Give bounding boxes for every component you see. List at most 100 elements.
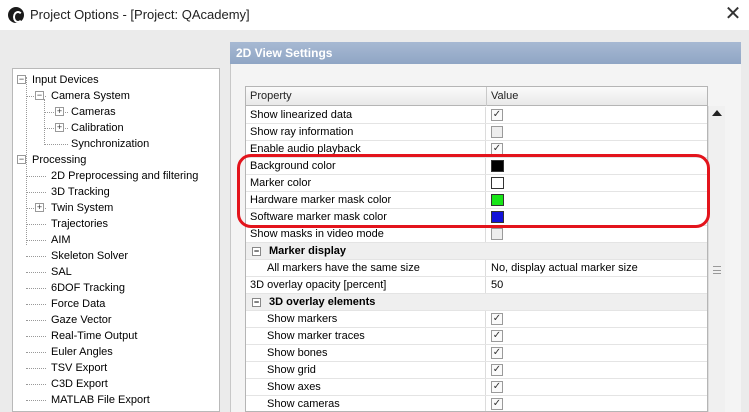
- tree-connector: [26, 400, 46, 401]
- tree-item[interactable]: Camera System: [51, 88, 130, 104]
- title-bar: Project Options - [Project: QAcademy] ✕: [0, 0, 749, 30]
- tree-item[interactable]: Processing: [32, 152, 86, 168]
- tree-connector: [26, 272, 46, 273]
- tree-item[interactable]: Calibration: [71, 120, 124, 136]
- tree-item[interactable]: TSV Export: [51, 360, 107, 376]
- collapse-icon[interactable]: −: [35, 91, 44, 100]
- property-label: Show cameras: [246, 396, 486, 411]
- property-label: − Marker display: [246, 243, 707, 259]
- tree-connector: [26, 77, 27, 245]
- checkbox-unchecked[interactable]: [491, 228, 503, 240]
- checkbox-checked[interactable]: ✓: [491, 381, 503, 393]
- close-icon[interactable]: ✕: [722, 3, 744, 25]
- checkbox-checked[interactable]: ✓: [491, 109, 503, 121]
- property-value[interactable]: ✓: [487, 379, 707, 395]
- checkbox-checked[interactable]: ✓: [491, 398, 503, 410]
- property-label: Show axes: [246, 379, 486, 395]
- tree-connector: [26, 192, 46, 193]
- tree-connector: [26, 368, 46, 369]
- tree-item[interactable]: Cameras: [71, 104, 116, 120]
- checkbox-unchecked[interactable]: [491, 126, 503, 138]
- tree-connector: [44, 144, 68, 145]
- tree-connector: [26, 256, 46, 257]
- grid-row[interactable]: Show markers ✓: [246, 311, 707, 328]
- collapse-icon[interactable]: −: [252, 246, 261, 256]
- tree-item[interactable]: C3D Export: [51, 376, 108, 392]
- app-logo-icon: [8, 7, 24, 23]
- grid-section-row[interactable]: −3D overlay elements: [246, 294, 707, 311]
- tree-item[interactable]: 2D Preprocessing and filtering: [51, 168, 198, 184]
- tree-item[interactable]: AIM: [51, 232, 71, 248]
- collapse-icon[interactable]: −: [17, 155, 26, 164]
- property-value[interactable]: ✓: [487, 362, 707, 378]
- property-label: −3D overlay elements: [246, 294, 707, 310]
- property-label: Show linearized data: [246, 107, 486, 123]
- grid-row[interactable]: Show cameras ✓: [246, 396, 707, 411]
- tree-item[interactable]: MATLAB File Export: [51, 392, 150, 408]
- expand-icon[interactable]: +: [55, 123, 64, 132]
- tree-item[interactable]: Input Devices: [32, 72, 99, 88]
- tree-connector: [44, 99, 45, 143]
- scroll-up-icon[interactable]: [712, 110, 722, 116]
- panel-title: 2D View Settings: [230, 42, 741, 64]
- grid-row[interactable]: 3D overlay opacity [percent] 50: [246, 277, 707, 294]
- grid-row[interactable]: Show ray information: [246, 124, 707, 141]
- tree-item[interactable]: Euler Angles: [51, 344, 113, 360]
- checkbox-checked[interactable]: ✓: [491, 330, 503, 342]
- grid-row[interactable]: Show marker traces ✓: [246, 328, 707, 345]
- tree-item[interactable]: AVI Export Settings: [51, 408, 146, 411]
- property-value[interactable]: [487, 226, 707, 242]
- property-value[interactable]: ✓: [487, 396, 707, 411]
- tree-connector: [26, 384, 46, 385]
- grid-scrollbar[interactable]: [708, 106, 725, 412]
- tree-connector: [26, 336, 46, 337]
- tree-connector: [26, 176, 46, 177]
- tree-item[interactable]: Force Data: [51, 296, 105, 312]
- grid-section-row[interactable]: − Marker display: [246, 243, 707, 260]
- property-label: Show grid: [246, 362, 486, 378]
- property-value[interactable]: [487, 124, 707, 140]
- tree-item[interactable]: Real-Time Output: [51, 328, 137, 344]
- section-label: 3D overlay elements: [269, 296, 376, 308]
- property-value[interactable]: ✓: [487, 345, 707, 361]
- tree-item[interactable]: Synchronization: [71, 136, 149, 152]
- tree-connector: [26, 320, 46, 321]
- collapse-icon[interactable]: −: [17, 75, 26, 84]
- property-value[interactable]: No, display actual marker size: [487, 260, 707, 276]
- tree-item[interactable]: 6DOF Tracking: [51, 280, 125, 296]
- tree-item[interactable]: Trajectories: [51, 216, 108, 232]
- tree-connector: [26, 240, 46, 241]
- checkbox-checked[interactable]: ✓: [491, 313, 503, 325]
- checkbox-checked[interactable]: ✓: [491, 347, 503, 359]
- options-tree[interactable]: − Input Devices − Camera System + Cameras + Cal…: [12, 68, 220, 412]
- tree-item[interactable]: Skeleton Solver: [51, 248, 128, 264]
- property-column-header[interactable]: Property: [246, 87, 487, 106]
- grid-row[interactable]: Show bones ✓: [246, 345, 707, 362]
- grid-header: Property Value: [246, 87, 707, 106]
- tree-item[interactable]: Gaze Vector: [51, 312, 112, 328]
- tree-item[interactable]: Twin System: [51, 200, 113, 216]
- property-label: 3D overlay opacity [percent]: [246, 277, 486, 293]
- grid-row[interactable]: Show grid ✓: [246, 362, 707, 379]
- expand-icon[interactable]: +: [35, 203, 44, 212]
- property-label: Show masks in video mode: [246, 226, 486, 242]
- tree-item[interactable]: 3D Tracking: [51, 184, 110, 200]
- grid-row[interactable]: All markers have the same size No, displa…: [246, 260, 707, 277]
- scroll-grip-icon[interactable]: [713, 266, 721, 274]
- tree-connector: [26, 304, 46, 305]
- grid-row[interactable]: Show axes ✓: [246, 379, 707, 396]
- tree-connector: [26, 224, 46, 225]
- property-value[interactable]: 50: [487, 277, 707, 293]
- grid-row[interactable]: Show linearized data ✓: [246, 107, 707, 124]
- tree-connector: [26, 352, 46, 353]
- tree-connector: [26, 288, 46, 289]
- collapse-icon[interactable]: −: [252, 297, 261, 307]
- value-column-header[interactable]: Value: [487, 87, 707, 106]
- checkbox-checked[interactable]: ✓: [491, 364, 503, 376]
- expand-icon[interactable]: +: [55, 107, 64, 116]
- tree-item[interactable]: SAL: [51, 264, 72, 280]
- grid-row[interactable]: Show masks in video mode: [246, 226, 707, 243]
- property-value[interactable]: ✓: [487, 107, 707, 123]
- property-value[interactable]: ✓: [487, 311, 707, 327]
- property-value[interactable]: ✓: [487, 328, 707, 344]
